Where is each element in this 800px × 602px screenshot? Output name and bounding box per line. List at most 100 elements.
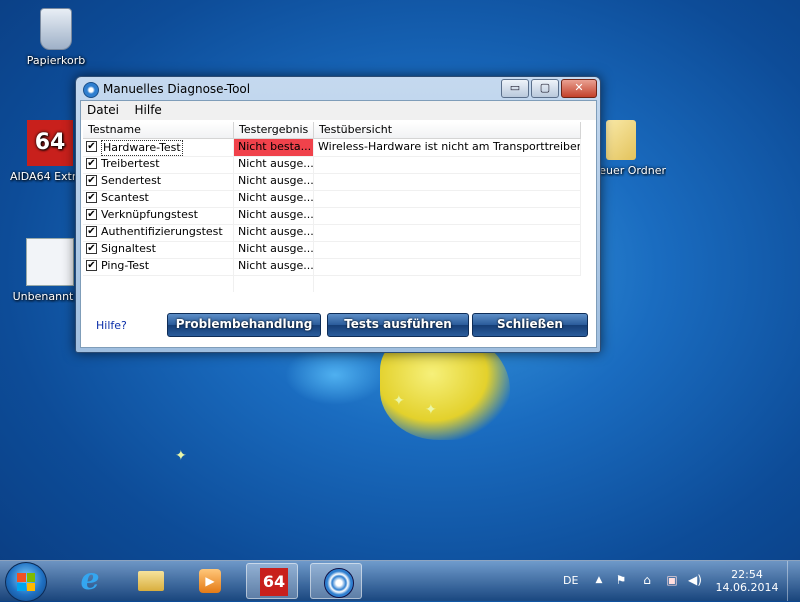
test-name: Authentifizierungstest [101, 225, 223, 238]
windows-logo-icon [17, 573, 35, 591]
table-row[interactable]: ✔ Scantest Nicht ausge... [83, 190, 581, 208]
folder-icon [606, 120, 636, 160]
device-icon[interactable]: ⌂ [640, 573, 654, 587]
taskbar-diagnose-tool[interactable] [310, 563, 362, 599]
test-summary [314, 241, 581, 258]
test-result: Nicht ausge... [234, 241, 314, 258]
clock-time: 22:54 [731, 568, 763, 581]
test-result: Nicht ausge... [234, 224, 314, 241]
help-link[interactable]: Hilfe? [96, 319, 127, 332]
tray-overflow-icon[interactable]: ▲ [592, 573, 606, 587]
table-row-empty [83, 275, 581, 292]
menu-hilfe[interactable]: Hilfe [129, 101, 168, 117]
row-checkbox[interactable]: ✔ [86, 226, 97, 237]
test-list[interactable]: Testname Testergebnis Testübersicht ✔ Ha… [83, 122, 581, 292]
taskbar-internet-explorer[interactable]: e [64, 563, 116, 599]
table-row[interactable]: ✔ Sendertest Nicht ausge... [83, 173, 581, 191]
taskbar: e ▶ 64 DE ▲ ⚑ ⌂ ▣ ◀) 22:54 14.06.2014 [0, 560, 800, 602]
close-window-button[interactable]: ✕ [561, 79, 597, 98]
test-summary [314, 224, 581, 241]
clock-date: 14.06.2014 [715, 581, 779, 594]
run-tests-button[interactable]: Tests ausführen [327, 313, 469, 337]
test-result: Nicht ausge... [234, 173, 314, 190]
test-name: Treibertest [101, 157, 160, 170]
wireless-icon [324, 568, 354, 598]
aida64-icon: 64 [260, 568, 288, 596]
language-indicator[interactable]: DE [563, 574, 578, 587]
test-name: Signaltest [101, 242, 156, 255]
image-file-icon [26, 238, 74, 286]
wallpaper-sparkle: ✦ [175, 448, 187, 464]
desktop-icon-label: Papierkorb [26, 54, 86, 67]
test-result: Nicht ausge... [234, 258, 314, 275]
empty-cell [234, 275, 314, 292]
empty-cell [83, 275, 234, 292]
test-name: Scantest [101, 191, 149, 204]
wallpaper-sparkle: ✦ [425, 402, 437, 418]
wallpaper-swoosh-blue [285, 345, 385, 405]
desktop-icon-label: Unbenannt [12, 290, 74, 303]
wireless-icon [83, 82, 99, 98]
menu-datei[interactable]: Datei [81, 101, 125, 117]
minimize-button[interactable]: ▭ [501, 79, 529, 98]
folder-icon [138, 571, 164, 591]
table-row[interactable]: ✔ Treibertest Nicht ausge... [83, 156, 581, 174]
wallpaper-sparkle: ✦ [393, 393, 405, 409]
row-checkbox[interactable]: ✔ [86, 260, 97, 271]
desktop-icon-label-text: Neuer Ordner [598, 164, 666, 177]
row-checkbox[interactable]: ✔ [86, 175, 97, 186]
troubleshoot-button[interactable]: Problembehandlung [167, 313, 321, 337]
test-summary: Wireless-Hardware ist nicht am Transport… [314, 139, 581, 156]
close-button[interactable]: Schließen [472, 313, 588, 337]
table-row[interactable]: ✔ Signaltest Nicht ausge... [83, 241, 581, 259]
test-name: Ping-Test [101, 259, 150, 272]
maximize-button[interactable]: ▢ [531, 79, 559, 98]
diagnose-tool-window: Manuelles Diagnose-Tool ▭ ▢ ✕ Datei Hilf… [75, 76, 601, 353]
table-row[interactable]: ✔ Ping-Test Nicht ausge... [83, 258, 581, 276]
desktop-icon-new-folder[interactable]: Neuer Ordner [598, 120, 678, 177]
test-result: Nicht ausge... [234, 156, 314, 173]
volume-icon[interactable]: ◀) [688, 573, 702, 587]
start-button[interactable] [5, 562, 47, 602]
test-summary [314, 207, 581, 224]
action-center-flag-icon[interactable]: ⚑ [614, 573, 628, 587]
test-result: Nicht ausge... [234, 207, 314, 224]
test-summary [314, 190, 581, 207]
test-result: Nicht ausge... [234, 190, 314, 207]
row-checkbox[interactable]: ✔ [86, 158, 97, 169]
test-name: Hardware-Test [101, 140, 183, 156]
title-bar[interactable]: Manuelles Diagnose-Tool ▭ ▢ ✕ [76, 77, 600, 101]
table-row[interactable]: ✔ Hardware-Test Nicht besta... Wireless-… [83, 139, 581, 157]
menu-bar: Datei Hilfe [81, 101, 596, 120]
clock[interactable]: 22:54 14.06.2014 [714, 568, 780, 594]
table-row[interactable]: ✔ Verknüpfungstest Nicht ausge... [83, 207, 581, 225]
network-icon[interactable]: ▣ [665, 573, 679, 587]
column-header-testname[interactable]: Testname [83, 122, 234, 138]
test-name: Verknüpfungstest [101, 208, 198, 221]
column-header-testergebnis[interactable]: Testergebnis [234, 122, 314, 138]
row-checkbox[interactable]: ✔ [86, 243, 97, 254]
desktop-icon-recycle-bin[interactable]: Papierkorb [16, 8, 96, 67]
aida64-icon: 64 [27, 120, 73, 166]
test-summary [314, 258, 581, 275]
internet-explorer-icon: e [80, 562, 100, 597]
taskbar-aida64[interactable]: 64 [246, 563, 298, 599]
window-client: Datei Hilfe Testname Testergebnis Testüb… [80, 100, 597, 348]
media-player-icon: ▶ [199, 569, 221, 593]
desktop-icon-label: Neuer Ordner [598, 164, 666, 177]
row-checkbox[interactable]: ✔ [86, 209, 97, 220]
test-summary [314, 156, 581, 173]
table-row[interactable]: ✔ Authentifizierungstest Nicht ausge... [83, 224, 581, 242]
test-result: Nicht besta... [234, 139, 314, 156]
row-checkbox[interactable]: ✔ [86, 141, 97, 152]
taskbar-explorer[interactable] [124, 563, 176, 599]
taskbar-media-player[interactable]: ▶ [184, 563, 236, 599]
list-header: Testname Testergebnis Testübersicht [83, 122, 581, 139]
desktop-icon-label: AIDA64 Extreme [10, 170, 76, 183]
recycle-bin-icon [40, 8, 72, 50]
show-desktop-button[interactable] [787, 561, 800, 601]
test-name: Sendertest [101, 174, 162, 187]
row-checkbox[interactable]: ✔ [86, 192, 97, 203]
test-summary [314, 173, 581, 190]
column-header-testuebersicht[interactable]: Testübersicht [314, 122, 581, 138]
